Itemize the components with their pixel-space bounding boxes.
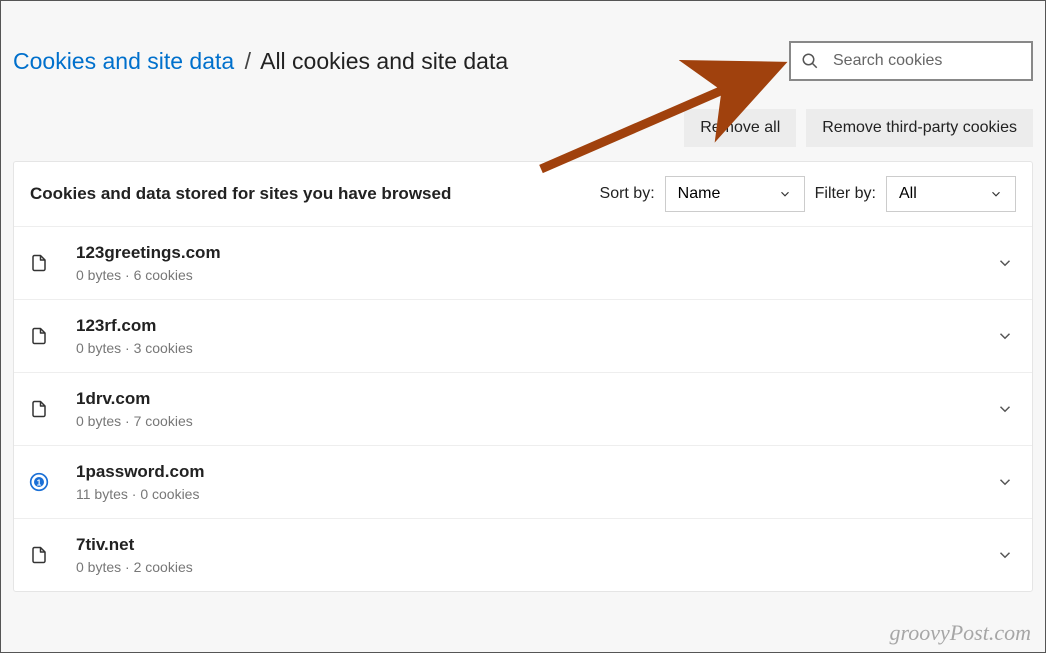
remove-all-button[interactable]: Remove all	[684, 109, 796, 147]
filter-value: All	[899, 185, 917, 203]
chevron-down-icon	[996, 473, 1014, 491]
sort-value: Name	[678, 185, 721, 203]
breadcrumb-link[interactable]: Cookies and site data	[13, 48, 234, 74]
site-name: 7tiv.net	[76, 535, 996, 555]
chevron-down-icon	[996, 546, 1014, 564]
chevron-down-icon	[778, 187, 792, 201]
breadcrumb-current: All cookies and site data	[260, 48, 508, 74]
search-box[interactable]	[789, 41, 1033, 81]
breadcrumb-separator: /	[241, 48, 255, 74]
card-title: Cookies and data stored for sites you ha…	[30, 184, 451, 204]
sort-label: Sort by:	[600, 185, 655, 203]
site-icon	[28, 325, 50, 347]
chevron-down-icon	[996, 400, 1014, 418]
site-row[interactable]: 1drv.com 0 bytes · 7 cookies	[14, 373, 1032, 446]
site-name: 123rf.com	[76, 316, 996, 336]
remove-third-party-button[interactable]: Remove third-party cookies	[806, 109, 1033, 147]
search-input[interactable]	[833, 52, 1021, 70]
chevron-down-icon	[996, 254, 1014, 272]
site-icon	[28, 544, 50, 566]
search-icon	[801, 52, 819, 70]
cookies-card: Cookies and data stored for sites you ha…	[13, 161, 1033, 592]
chevron-down-icon	[989, 187, 1003, 201]
filter-label: Filter by:	[815, 185, 876, 203]
site-meta: 0 bytes · 7 cookies	[76, 413, 996, 429]
site-icon	[28, 398, 50, 420]
site-name: 123greetings.com	[76, 243, 996, 263]
svg-text:1: 1	[37, 477, 42, 487]
sort-dropdown[interactable]: Name	[665, 176, 805, 212]
site-name: 1password.com	[76, 462, 996, 482]
site-icon	[28, 252, 50, 274]
site-row[interactable]: 1 1password.com 11 bytes · 0 cookies	[14, 446, 1032, 519]
watermark: groovyPost.com	[889, 620, 1031, 646]
site-meta: 11 bytes · 0 cookies	[76, 486, 996, 502]
chevron-down-icon	[996, 327, 1014, 345]
filter-dropdown[interactable]: All	[886, 176, 1016, 212]
site-row[interactable]: 123greetings.com 0 bytes · 6 cookies	[14, 227, 1032, 300]
site-meta: 0 bytes · 3 cookies	[76, 340, 996, 356]
site-name: 1drv.com	[76, 389, 996, 409]
site-row[interactable]: 7tiv.net 0 bytes · 2 cookies	[14, 519, 1032, 591]
site-row[interactable]: 123rf.com 0 bytes · 3 cookies	[14, 300, 1032, 373]
site-meta: 0 bytes · 6 cookies	[76, 267, 996, 283]
breadcrumb: Cookies and site data / All cookies and …	[13, 48, 508, 75]
site-icon: 1	[28, 471, 50, 493]
site-meta: 0 bytes · 2 cookies	[76, 559, 996, 575]
